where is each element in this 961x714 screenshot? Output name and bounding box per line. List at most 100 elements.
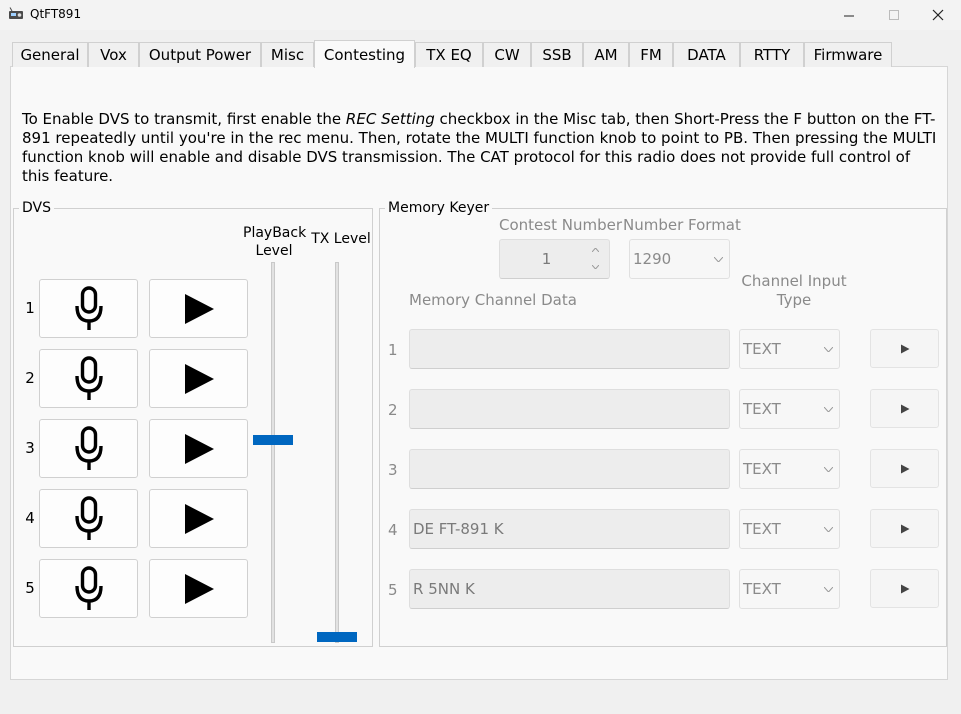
tab-label: Output Power <box>148 46 252 64</box>
microphone-icon <box>74 425 103 470</box>
tab-label: Vox <box>100 46 127 64</box>
memory-channel-input-3[interactable] <box>409 449 730 489</box>
tab-rtty[interactable]: RTTY <box>740 42 804 67</box>
microphone-icon <box>74 355 103 400</box>
channel-number: 1 <box>388 341 398 359</box>
play-button-3[interactable] <box>149 419 248 478</box>
maximize-icon <box>888 9 899 20</box>
play-button-5[interactable] <box>149 559 248 618</box>
tab-am[interactable]: AM <box>583 42 629 67</box>
channel-type-value: TEXT <box>743 400 781 418</box>
play-channel-button-3[interactable] <box>870 449 939 488</box>
memory-channel-input-1[interactable] <box>409 329 730 369</box>
channel-input-type-label: Channel Input Type <box>741 272 847 309</box>
tab-label: CW <box>494 46 520 64</box>
dvs-row-label: 5 <box>25 579 35 597</box>
channel-type-select-2[interactable]: TEXT <box>739 389 840 429</box>
play-button-4[interactable] <box>149 489 248 548</box>
play-channel-button-1[interactable] <box>870 329 939 368</box>
spin-down-button[interactable] <box>584 259 606 275</box>
channel-type-value: TEXT <box>743 460 781 478</box>
chevron-up-icon <box>591 248 599 252</box>
number-format-select[interactable]: 1290 <box>629 239 730 279</box>
playback-level-label: PlayBack Level <box>243 225 307 259</box>
tab-label: Firmware <box>813 46 883 64</box>
channel-type-value: TEXT <box>743 580 781 598</box>
contest-number-value: 1 <box>541 250 552 268</box>
record-button-2[interactable] <box>39 349 138 408</box>
channel-type-select-4[interactable]: TEXT <box>739 509 840 549</box>
play-channel-button-5[interactable] <box>870 569 939 608</box>
close-button[interactable] <box>915 0 961 30</box>
memory-channel-value: R 5NN K <box>413 580 475 598</box>
spin-up-button[interactable] <box>584 242 606 258</box>
tab-vox[interactable]: Vox <box>88 42 139 67</box>
number-format-value: 1290 <box>633 250 672 268</box>
minimize-button[interactable] <box>826 0 872 30</box>
dvs-row-label: 4 <box>25 509 35 527</box>
tab-tx-eq[interactable]: TX EQ <box>415 42 483 67</box>
tab-firmware[interactable]: Firmware <box>804 42 892 67</box>
instructions-text: To Enable DVS to transmit, first enable … <box>22 110 346 128</box>
play-icon <box>184 293 214 324</box>
dvs-group-title: DVS <box>19 200 54 216</box>
chevron-down-icon <box>824 466 833 472</box>
channel-number: 4 <box>388 521 398 539</box>
dvs-row-label: 3 <box>25 439 35 457</box>
maximize-button[interactable] <box>871 0 917 30</box>
play-icon <box>900 404 909 413</box>
chevron-down-icon <box>824 526 833 532</box>
tab-label: SSB <box>542 46 572 64</box>
channel-number: 2 <box>388 401 398 419</box>
record-button-5[interactable] <box>39 559 138 618</box>
memory-channel-input-2[interactable] <box>409 389 730 429</box>
memory-channel-input-4[interactable]: DE FT-891 K <box>409 509 730 549</box>
playback-level-slider[interactable] <box>271 262 275 643</box>
chevron-down-icon <box>824 586 833 592</box>
tab-output-power[interactable]: Output Power <box>139 42 261 67</box>
play-icon <box>184 573 214 604</box>
tab-label: AM <box>594 46 618 64</box>
play-channel-button-2[interactable] <box>870 389 939 428</box>
tx-level-slider[interactable] <box>335 262 339 643</box>
tab-data[interactable]: DATA <box>673 42 740 67</box>
tab-contesting[interactable]: Contesting <box>314 40 415 68</box>
tab-general[interactable]: General <box>12 42 88 67</box>
play-icon <box>900 584 909 593</box>
window-title: QtFT891 <box>30 7 82 21</box>
play-button-2[interactable] <box>149 349 248 408</box>
tab-ssb[interactable]: SSB <box>531 42 583 67</box>
dvs-row-label: 2 <box>25 369 35 387</box>
memory-channel-value: DE FT-891 K <box>413 520 504 538</box>
memory-channel-input-5[interactable]: R 5NN K <box>409 569 730 609</box>
record-button-4[interactable] <box>39 489 138 548</box>
tx-level-handle[interactable] <box>317 632 357 642</box>
dvs-instructions: To Enable DVS to transmit, first enable … <box>22 110 937 186</box>
tab-label: DATA <box>687 46 726 64</box>
number-format-label: Number Format <box>623 216 741 234</box>
play-button-1[interactable] <box>149 279 248 338</box>
play-channel-button-4[interactable] <box>870 509 939 548</box>
close-icon <box>932 9 944 21</box>
channel-number: 3 <box>388 461 398 479</box>
microphone-icon <box>74 495 103 540</box>
title-bar <box>0 0 961 30</box>
channel-type-select-1[interactable]: TEXT <box>739 329 840 369</box>
play-icon <box>184 433 214 464</box>
memory-keyer-title: Memory Keyer <box>385 200 493 216</box>
tab-cw[interactable]: CW <box>483 42 531 67</box>
record-button-3[interactable] <box>39 419 138 478</box>
tab-misc[interactable]: Misc <box>261 42 314 67</box>
minimize-icon <box>843 15 854 16</box>
tab-label: Misc <box>270 46 305 64</box>
channel-type-select-5[interactable]: TEXT <box>739 569 840 609</box>
playback-level-handle[interactable] <box>253 435 293 446</box>
tab-label: General <box>20 46 80 64</box>
tab-label: Contesting <box>323 45 406 64</box>
channel-type-value: TEXT <box>743 520 781 538</box>
channel-type-select-3[interactable]: TEXT <box>739 449 840 489</box>
contest-number-label: Contest Number <box>499 216 622 234</box>
dvs-row-label: 1 <box>25 299 35 317</box>
tab-fm[interactable]: FM <box>629 42 673 67</box>
record-button-1[interactable] <box>39 279 138 338</box>
